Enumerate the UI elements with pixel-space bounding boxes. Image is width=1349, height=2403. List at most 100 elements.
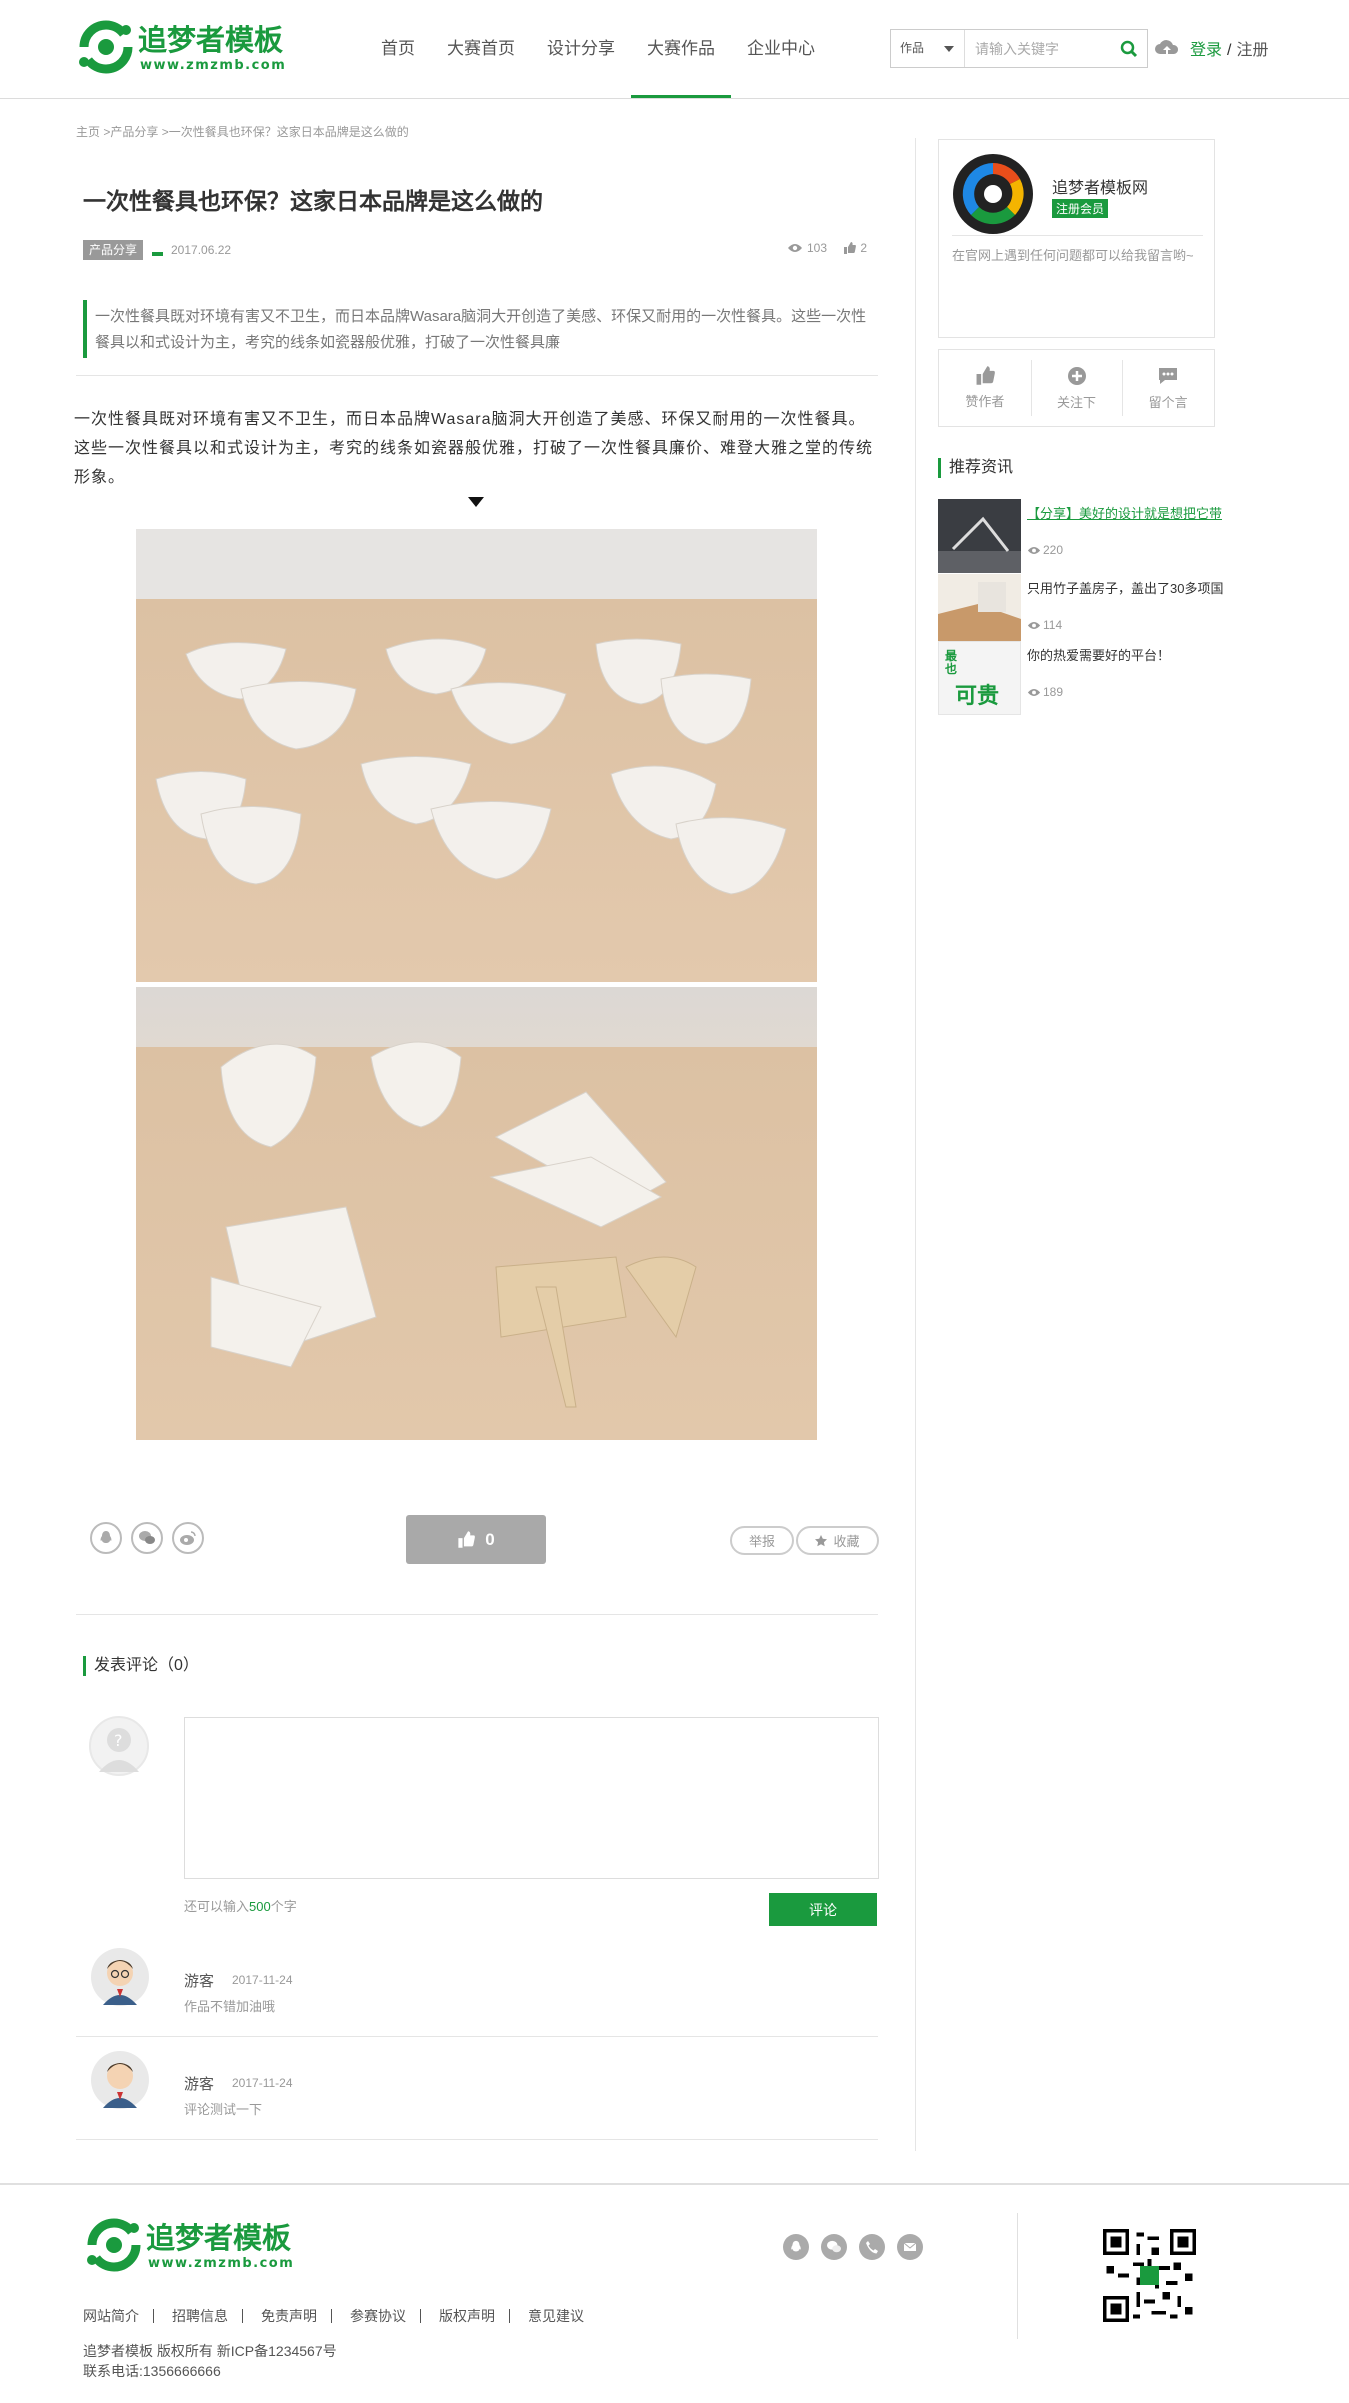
footer-link[interactable]: 参赛协议 bbox=[350, 2309, 421, 2323]
comment-date: 2017-11-24 bbox=[232, 1973, 293, 1987]
breadcrumb-current[interactable]: 一次性餐具也环保？这家日本品牌是这么做的 bbox=[169, 125, 409, 139]
author-description: 在官网上遇到任何问题都可以给我留言哟~ bbox=[952, 248, 1194, 263]
recommend-item[interactable]: 【分享】美好的设计就是想把它带 220 bbox=[938, 499, 1222, 573]
user-avatar bbox=[91, 1948, 149, 2006]
article-image-tableware bbox=[136, 987, 817, 1440]
like-count-value: 2 bbox=[860, 241, 867, 255]
article-body: 一次性餐具既对环境有害又不卫生，而日本品牌Wasara脑洞大开创造了美感、环保又… bbox=[74, 411, 874, 486]
recommend-thumb bbox=[938, 499, 1021, 573]
site-logo[interactable]: 追梦者模板 www.zmzmb.com bbox=[76, 14, 316, 80]
footer-qq-button[interactable] bbox=[783, 2234, 809, 2260]
register-link[interactable]: 注册 bbox=[1236, 42, 1268, 59]
recommend-item[interactable]: 只用竹子盖房子，盖出了30多项国 114 bbox=[938, 574, 1223, 648]
thumb-text: 可贵 bbox=[955, 683, 1000, 708]
share-weibo-button[interactable] bbox=[172, 1522, 204, 1554]
footer-vertical-divider bbox=[1017, 2213, 1018, 2339]
favorite-button[interactable]: 收藏 bbox=[796, 1526, 879, 1555]
footer-copyright: 追梦者模板 版权所有 新ICP备1234567号 联系电话:1356666666 bbox=[83, 2341, 337, 2381]
footer-logo-url: www.zmzmb.com bbox=[148, 2256, 294, 2271]
author-name[interactable]: 追梦者模板网 bbox=[1052, 174, 1148, 198]
footer-link[interactable]: 版权声明 bbox=[439, 2309, 510, 2323]
leave-message-button[interactable]: 留个言 bbox=[1122, 350, 1214, 426]
report-label: 举报 bbox=[748, 1534, 775, 1549]
footer-link[interactable]: 意见建议 bbox=[528, 2309, 598, 2323]
search-category-select[interactable]: 作品 bbox=[891, 30, 965, 67]
article-title: 一次性餐具也环保？这家日本品牌是这么做的 bbox=[83, 188, 543, 214]
footer-contact-icons bbox=[783, 2234, 923, 2260]
user-avatar bbox=[91, 2051, 149, 2109]
recommend-views-value: 220 bbox=[1043, 543, 1064, 557]
nav-contest-works[interactable]: 大赛作品 bbox=[631, 0, 731, 98]
meta-accent bbox=[152, 252, 163, 256]
share-wechat-button[interactable] bbox=[131, 1522, 163, 1554]
article-image-cups bbox=[136, 529, 817, 982]
nav-contest-home[interactable]: 大赛首页 bbox=[431, 0, 531, 98]
article-summary: 一次性餐具既对环境有害又不卫生，而日本品牌Wasara脑洞大开创造了美感、环保又… bbox=[83, 300, 876, 358]
mail-icon bbox=[903, 2242, 917, 2251]
comment-textarea[interactable] bbox=[184, 1717, 879, 1879]
comment-user: 游客 bbox=[184, 2076, 215, 2093]
comment-text: 评论测试一下 bbox=[184, 2102, 263, 2117]
author-avatar[interactable] bbox=[952, 153, 1034, 235]
footer-divider bbox=[0, 2183, 1349, 2185]
footer-link[interactable]: 免责声明 bbox=[261, 2309, 332, 2323]
recommend-views: 189 bbox=[1027, 685, 1063, 699]
footer-logo[interactable]: 追梦者模板 www.zmzmb.com bbox=[84, 2212, 324, 2278]
recommend-views: 114 bbox=[1027, 618, 1062, 632]
submit-comment-button[interactable]: 评论 bbox=[769, 1893, 877, 1926]
plus-circle-icon bbox=[1067, 366, 1086, 385]
nav-home[interactable]: 首页 bbox=[365, 0, 431, 98]
qq-icon bbox=[791, 2240, 801, 2252]
footer-phone-button[interactable] bbox=[859, 2234, 885, 2260]
thumbs-up-icon bbox=[458, 1531, 476, 1548]
share-qq-button[interactable] bbox=[90, 1522, 122, 1554]
divider bbox=[76, 1614, 878, 1615]
follow-button[interactable]: 关注下 bbox=[1030, 350, 1123, 426]
recommend-item[interactable]: 最也 可贵 你的热爱需要好的平台！ 189 bbox=[938, 641, 1218, 715]
sidebar-divider bbox=[915, 138, 916, 2151]
footer-wechat-button[interactable] bbox=[821, 2234, 847, 2260]
share-buttons bbox=[90, 1522, 204, 1554]
site-header: 追梦者模板 www.zmzmb.com 首页 大赛首页 设计分享 大赛作品 企业… bbox=[0, 0, 1349, 99]
report-button[interactable]: 举报 bbox=[730, 1526, 794, 1555]
cloud-upload-icon[interactable] bbox=[1154, 37, 1180, 57]
recommend-title-text[interactable]: 【分享】美好的设计就是想把它带 bbox=[1027, 503, 1222, 522]
view-count-value: 103 bbox=[806, 241, 827, 255]
remain-prefix: 还可以输入 bbox=[184, 1899, 250, 1914]
recommend-title-text[interactable]: 只用竹子盖房子，盖出了30多项国 bbox=[1027, 578, 1223, 597]
login-link[interactable]: 登录 bbox=[1190, 42, 1222, 59]
footer-link[interactable]: 网站简介 bbox=[83, 2309, 154, 2323]
praise-author-button[interactable]: 赞作者 bbox=[939, 350, 1031, 426]
nav-enterprise[interactable]: 企业中心 bbox=[731, 0, 831, 98]
breadcrumb-home[interactable]: 主页 bbox=[76, 125, 100, 139]
eye-icon bbox=[787, 244, 802, 252]
remain-count: 500 bbox=[249, 1899, 271, 1914]
nav-design-share[interactable]: 设计分享 bbox=[531, 0, 631, 98]
breadcrumb-category[interactable]: 产品分享 bbox=[110, 125, 158, 139]
footer-links: 网站简介 招聘信息 免责声明 参赛协议 版权声明 意见建议 bbox=[83, 2309, 616, 2323]
copyright-text: 追梦者模板 版权所有 新ICP备1234567号 bbox=[83, 2343, 337, 2359]
comment-item: 游客 2017-11-24 作品不错加油哦 bbox=[76, 1937, 878, 2037]
remain-suffix: 个字 bbox=[270, 1899, 297, 1914]
eye-icon bbox=[1027, 688, 1041, 696]
search-box: 作品 bbox=[890, 29, 1148, 68]
breadcrumb-sep: > bbox=[100, 125, 111, 139]
main-nav: 首页 大赛首页 设计分享 大赛作品 企业中心 bbox=[365, 0, 831, 98]
star-icon bbox=[815, 1534, 828, 1546]
divider bbox=[76, 375, 878, 376]
recommend-title-text[interactable]: 你的热爱需要好的平台！ bbox=[1027, 645, 1170, 664]
footer-link[interactable]: 招聘信息 bbox=[172, 2309, 243, 2323]
like-button[interactable]: 0 bbox=[406, 1515, 546, 1564]
search-input[interactable] bbox=[965, 31, 1111, 66]
comment-date: 2017-11-24 bbox=[232, 2076, 293, 2090]
search-button[interactable] bbox=[1111, 30, 1147, 67]
recommend-views: 220 bbox=[1027, 543, 1063, 557]
footer-email-button[interactable] bbox=[897, 2234, 923, 2260]
qr-code bbox=[1103, 2229, 1196, 2322]
comment-section-title: 发表评论（0） bbox=[83, 1656, 199, 1676]
question-avatar-icon: ? bbox=[99, 1728, 139, 1772]
chat-bubble-icon bbox=[1159, 367, 1178, 384]
category-badge[interactable]: 产品分享 bbox=[83, 240, 144, 260]
qq-icon bbox=[100, 1531, 112, 1543]
thumbs-up-icon bbox=[844, 242, 857, 254]
